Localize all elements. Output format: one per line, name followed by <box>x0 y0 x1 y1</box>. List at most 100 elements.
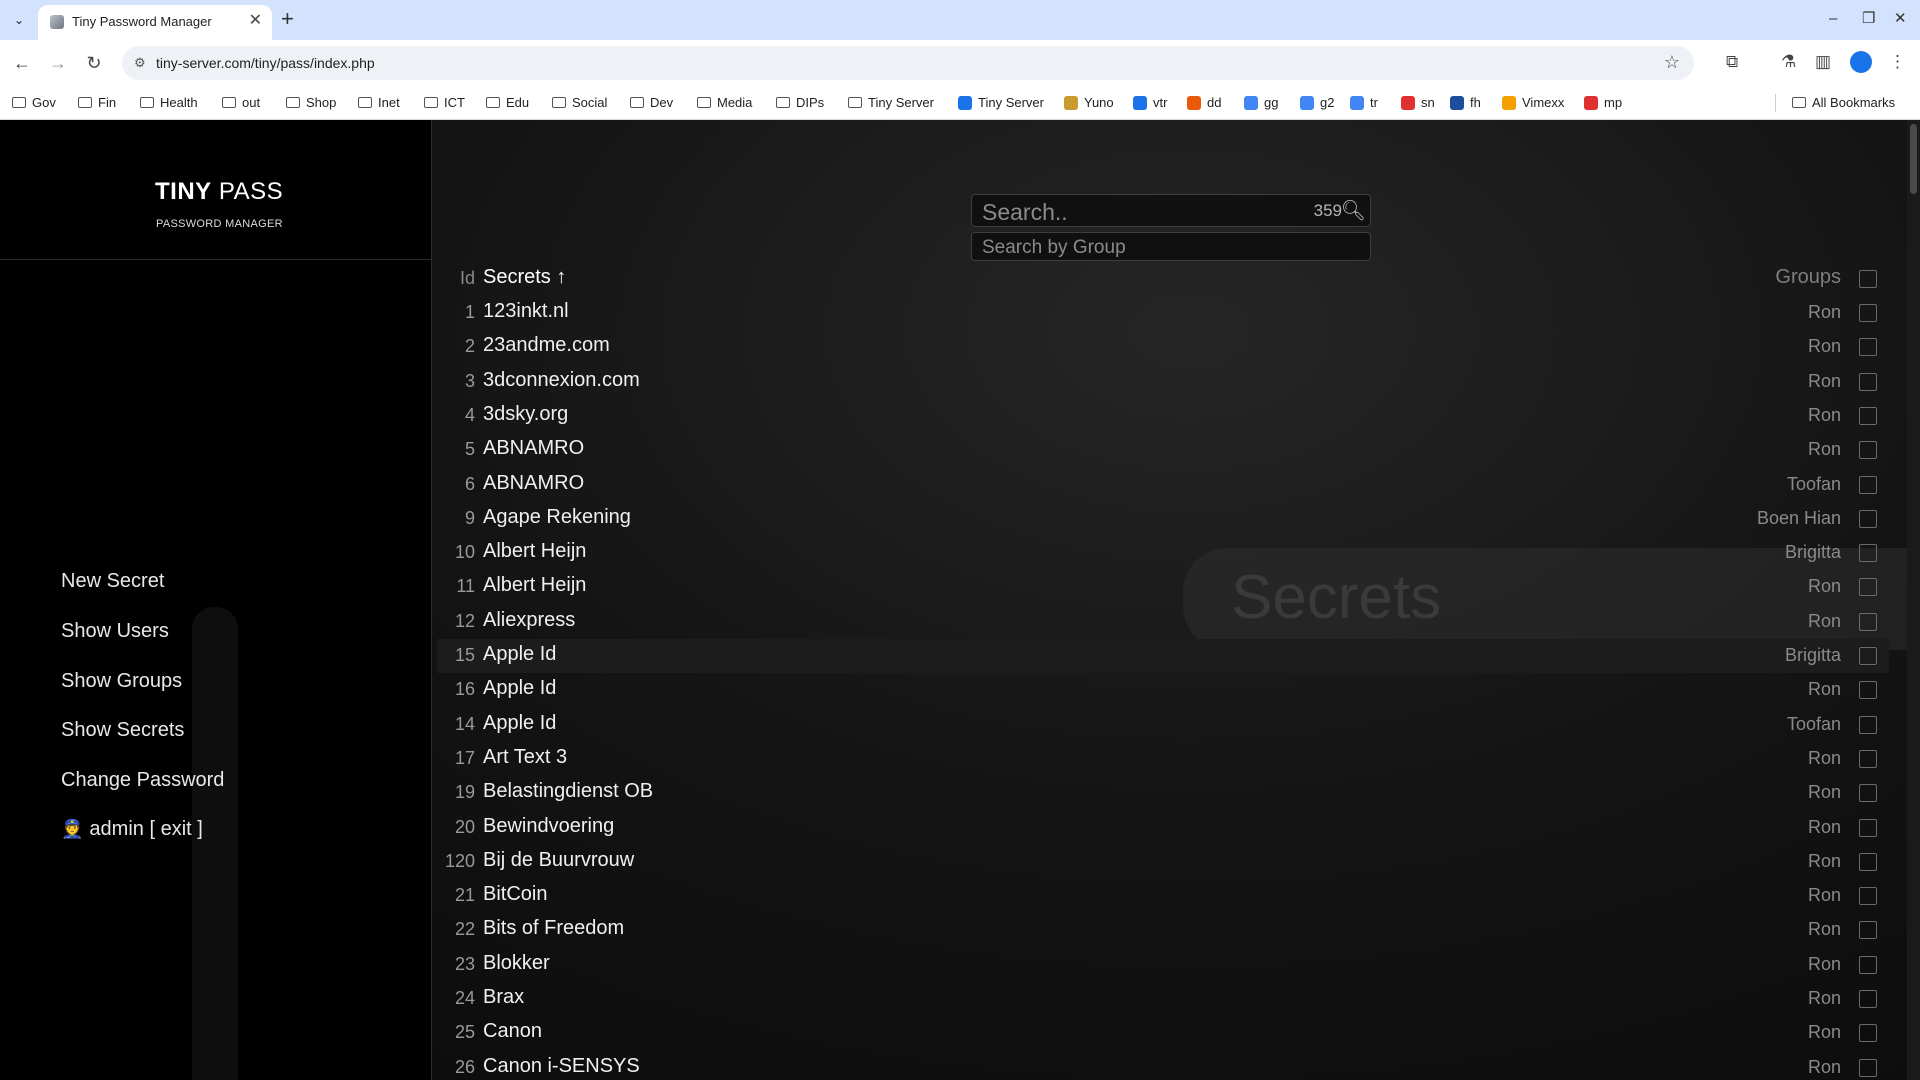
extensions-icon[interactable]: ⧉ <box>1726 51 1738 73</box>
col-id-header[interactable]: Id <box>460 268 475 289</box>
row-secret-name[interactable]: BitCoin <box>483 883 547 906</box>
bookmark-star-icon[interactable]: ☆ <box>1664 52 1680 73</box>
menu-user-exit[interactable]: 👮 admin [ exit ] <box>61 818 203 841</box>
row-checkbox[interactable] <box>1859 784 1877 802</box>
bookmark-item[interactable]: Tiny Server <box>958 95 1044 110</box>
bookmark-item[interactable]: Health <box>140 95 198 110</box>
bookmark-item[interactable]: sn <box>1401 95 1435 110</box>
row-secret-name[interactable]: Belastingdienst OB <box>483 780 653 803</box>
row-checkbox[interactable] <box>1859 681 1877 699</box>
bookmark-item[interactable]: Inet <box>358 95 400 110</box>
table-row[interactable]: 24 Brax Ron <box>437 982 1889 1016</box>
table-row[interactable]: 23 Blokker Ron <box>437 948 1889 982</box>
menu-show-users[interactable]: Show Users <box>61 620 169 643</box>
table-row[interactable]: 14 Apple Id Toofan <box>437 708 1889 742</box>
row-secret-name[interactable]: Canon <box>483 1020 542 1043</box>
row-secret-name[interactable]: Bits of Freedom <box>483 917 624 940</box>
bookmark-item[interactable]: fh <box>1450 95 1481 110</box>
row-secret-name[interactable]: Albert Heijn <box>483 574 586 597</box>
row-secret-name[interactable]: ABNAMRO <box>483 472 584 495</box>
row-checkbox[interactable] <box>1859 647 1877 665</box>
row-secret-name[interactable]: Brax <box>483 986 524 1009</box>
row-secret-name[interactable]: 23andme.com <box>483 334 610 357</box>
row-checkbox[interactable] <box>1859 819 1877 837</box>
forward-icon[interactable]: → <box>45 50 71 76</box>
bookmark-item[interactable]: Yuno <box>1064 95 1114 110</box>
bookmark-item[interactable]: g2 <box>1300 95 1334 110</box>
menu-new-secret[interactable]: New Secret <box>61 570 164 593</box>
table-row[interactable]: 5 ABNAMRO Ron <box>437 433 1889 467</box>
row-checkbox[interactable] <box>1859 544 1877 562</box>
table-row[interactable]: 19 Belastingdienst OB Ron <box>437 776 1889 810</box>
row-secret-name[interactable]: Apple Id <box>483 677 556 700</box>
back-icon[interactable]: ← <box>9 50 35 76</box>
row-checkbox[interactable] <box>1859 338 1877 356</box>
menu-show-groups[interactable]: Show Groups <box>61 670 182 693</box>
row-secret-name[interactable]: Bij de Buurvrouw <box>483 849 634 872</box>
row-checkbox[interactable] <box>1859 407 1877 425</box>
row-checkbox[interactable] <box>1859 1059 1877 1077</box>
row-secret-name[interactable]: 3dsky.org <box>483 403 568 426</box>
row-checkbox[interactable] <box>1859 613 1877 631</box>
menu-change-password[interactable]: Change Password <box>61 769 224 792</box>
row-checkbox[interactable] <box>1859 441 1877 459</box>
address-bar[interactable]: ⚙ tiny-server.com/tiny/pass/index.php ☆ <box>122 46 1694 80</box>
table-row[interactable]: 16 Apple Id Ron <box>437 673 1889 707</box>
bookmark-item[interactable]: DIPs <box>776 95 824 110</box>
tab-close-icon[interactable]: ✕ <box>249 12 262 30</box>
row-checkbox[interactable] <box>1859 578 1877 596</box>
table-row[interactable]: 20 Bewindvoering Ron <box>437 811 1889 845</box>
scrollbar-thumb[interactable] <box>1910 124 1917 194</box>
row-checkbox[interactable] <box>1859 476 1877 494</box>
browser-tab[interactable]: Tiny Password Manager ✕ <box>38 5 272 40</box>
bookmark-item[interactable]: Shop <box>286 95 336 110</box>
bookmark-item[interactable]: vtr <box>1133 95 1167 110</box>
bookmark-item[interactable]: gg <box>1244 95 1278 110</box>
row-checkbox[interactable] <box>1859 716 1877 734</box>
page-scrollbar[interactable] <box>1907 120 1920 1080</box>
labs-flask-icon[interactable]: ⚗ <box>1781 51 1796 73</box>
bookmark-item[interactable]: Dev <box>630 95 673 110</box>
table-row[interactable]: 21 BitCoin Ron <box>437 879 1889 913</box>
table-row[interactable]: 9 Agape Rekening Boen Hian <box>437 502 1889 536</box>
url-text[interactable]: tiny-server.com/tiny/pass/index.php <box>156 55 375 71</box>
table-row[interactable]: 25 Canon Ron <box>437 1016 1889 1050</box>
row-secret-name[interactable]: Apple Id <box>483 712 556 735</box>
row-checkbox[interactable] <box>1859 750 1877 768</box>
select-all-checkbox[interactable] <box>1859 270 1877 288</box>
bookmark-item[interactable]: out <box>222 95 260 110</box>
bookmark-item[interactable]: Vimexx <box>1502 95 1564 110</box>
row-checkbox[interactable] <box>1859 956 1877 974</box>
table-row[interactable]: 17 Art Text 3 Ron <box>437 742 1889 776</box>
row-secret-name[interactable]: Bewindvoering <box>483 815 614 838</box>
row-checkbox[interactable] <box>1859 510 1877 528</box>
row-checkbox[interactable] <box>1859 304 1877 322</box>
reload-icon[interactable]: ↻ <box>81 50 107 76</box>
row-checkbox[interactable] <box>1859 373 1877 391</box>
table-row[interactable]: 120 Bij de Buurvrouw Ron <box>437 845 1889 879</box>
row-checkbox[interactable] <box>1859 853 1877 871</box>
bookmark-item[interactable]: Fin <box>78 95 116 110</box>
row-secret-name[interactable]: 3dconnexion.com <box>483 369 640 392</box>
table-row[interactable]: 12 Aliexpress Ron <box>437 605 1889 639</box>
row-checkbox[interactable] <box>1859 990 1877 1008</box>
row-secret-name[interactable]: Art Text 3 <box>483 746 567 769</box>
bookmark-item[interactable]: tr <box>1350 95 1378 110</box>
bookmark-item[interactable]: ICT <box>424 95 465 110</box>
row-secret-name[interactable]: ABNAMRO <box>483 437 584 460</box>
table-row[interactable]: 10 Albert Heijn Brigitta <box>437 536 1889 570</box>
profile-avatar-icon[interactable] <box>1850 51 1872 73</box>
table-row[interactable]: 1 123inkt.nl Ron <box>437 296 1889 330</box>
row-secret-name[interactable]: Apple Id <box>483 643 556 666</box>
row-secret-name[interactable]: Blokker <box>483 952 550 975</box>
row-secret-name[interactable]: Aliexpress <box>483 609 575 632</box>
menu-kebab-icon[interactable]: ⋮ <box>1889 51 1906 73</box>
table-row[interactable]: 6 ABNAMRO Toofan <box>437 468 1889 502</box>
group-search-input[interactable]: Search by Group <box>971 232 1371 261</box>
new-tab-icon[interactable]: + <box>281 7 294 31</box>
row-secret-name[interactable]: Canon i-SENSYS <box>483 1055 640 1078</box>
table-row[interactable]: 4 3dsky.org Ron <box>437 399 1889 433</box>
bookmark-item[interactable]: Social <box>552 95 607 110</box>
minimize-icon[interactable]: – <box>1829 9 1837 29</box>
bookmark-item[interactable]: Gov <box>12 95 56 110</box>
